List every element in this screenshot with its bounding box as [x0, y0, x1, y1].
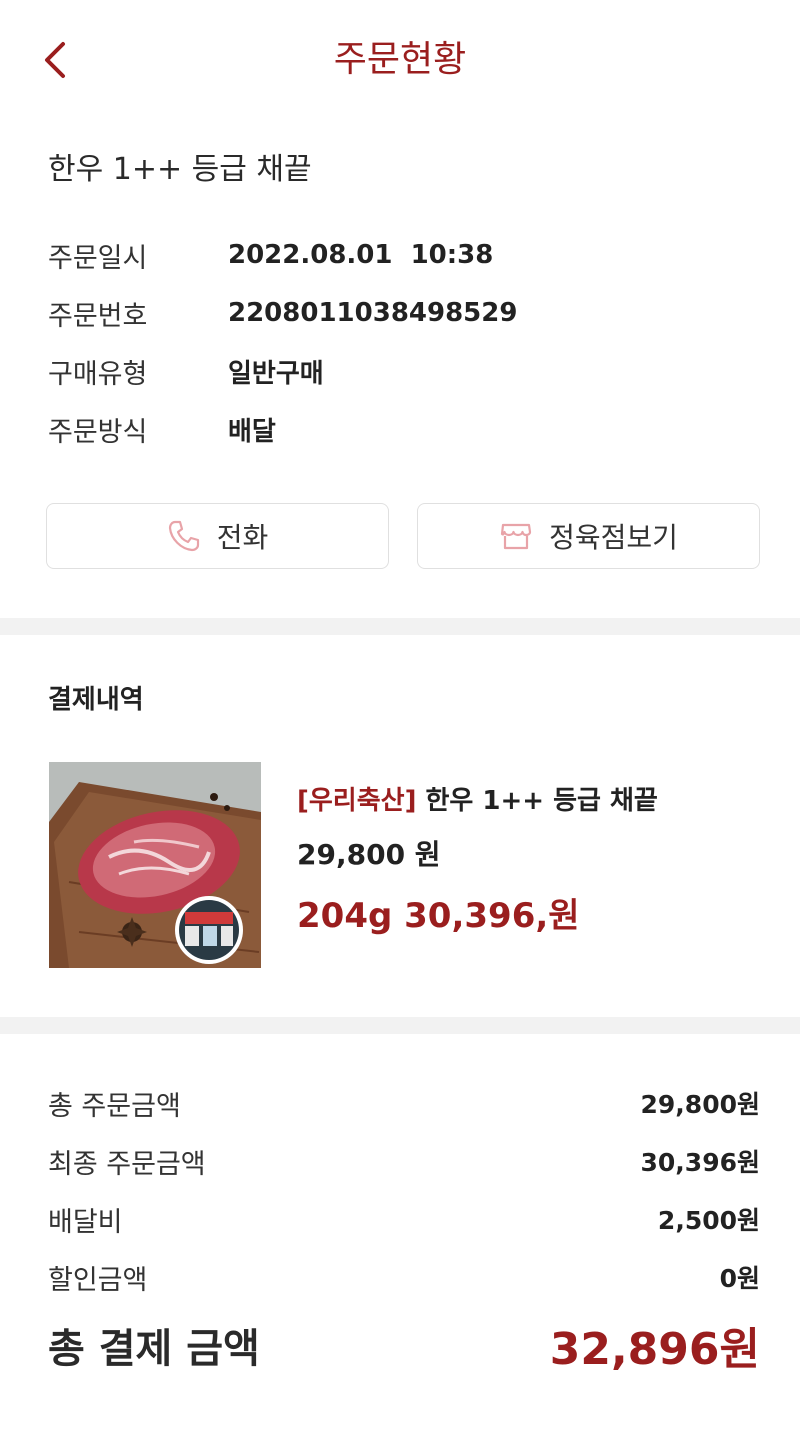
- order-number-row: 주문번호 2208011038498529: [48, 284, 748, 342]
- view-butcher-shop-label: 정육점보기: [549, 521, 678, 554]
- payment-summary: 총 주문금액 29,800원 최종 주문금액 30,396원 배달비 2,500…: [48, 1074, 760, 1306]
- purchase-type-label: 구매유형: [48, 358, 148, 390]
- product-total-price: 204g 30,396,원: [297, 896, 580, 936]
- discount-amount-value: 0원: [719, 1264, 760, 1293]
- total-payment-label: 총 결제 금액: [48, 1326, 260, 1372]
- total-order-amount-value: 29,800원: [640, 1090, 760, 1119]
- final-order-amount-value: 30,396원: [640, 1148, 760, 1177]
- order-method-label: 주문방식: [48, 416, 148, 448]
- view-butcher-shop-button[interactable]: 정육점보기: [417, 503, 760, 569]
- order-date-row: 주문일시 2022.08.01 10:38: [48, 226, 748, 284]
- delivery-fee-value: 2,500원: [657, 1206, 760, 1235]
- page-title: 주문현황: [333, 39, 467, 80]
- order-info-table: 주문일시 2022.08.01 10:38 주문번호 2208011038498…: [48, 226, 748, 458]
- summary-row: 할인금액 0원: [48, 1248, 760, 1306]
- payment-section-title: 결제내역: [48, 685, 144, 715]
- summary-row: 최종 주문금액 30,396원: [48, 1132, 760, 1190]
- section-divider: [0, 1017, 800, 1034]
- total-payment-value: 32,896원: [549, 1324, 760, 1375]
- call-button-label: 전화: [216, 521, 269, 554]
- product-info: [우리축산] 한우 1++ 등급 채끝 29,800 원 204g 30,396…: [297, 783, 658, 937]
- total-payment-row: 총 결제 금액 32,896원: [48, 1310, 760, 1380]
- call-button[interactable]: 전화: [46, 503, 389, 569]
- summary-row: 배달비 2,500원: [48, 1190, 760, 1248]
- delivery-fee-label: 배달비: [48, 1206, 123, 1238]
- order-number-value: 2208011038498529: [228, 298, 518, 328]
- action-buttons: 전화 정육점보기: [46, 503, 760, 569]
- final-order-amount-label: 최종 주문금액: [48, 1148, 206, 1180]
- product-name: 한우 1++ 등급 채끝: [425, 786, 658, 816]
- header: 주문현황: [0, 0, 800, 120]
- order-date-value: 2022.08.01 10:38: [228, 240, 494, 270]
- product-title: [우리축산] 한우 1++ 등급 채끝: [297, 783, 658, 819]
- summary-row: 총 주문금액 29,800원: [48, 1074, 760, 1132]
- purchase-type-row: 구매유형 일반구매: [48, 342, 748, 400]
- phone-icon: [168, 520, 199, 552]
- product-unit-price: 29,800 원: [297, 838, 441, 871]
- product-brand: [우리축산]: [297, 786, 417, 816]
- section-divider: [0, 618, 800, 635]
- order-method-value: 배달: [228, 416, 276, 447]
- total-order-amount-label: 총 주문금액: [48, 1090, 181, 1122]
- purchase-type-value: 일반구매: [228, 358, 324, 389]
- order-method-row: 주문방식 배달: [48, 400, 748, 458]
- product-image: [49, 762, 261, 968]
- order-product-name: 한우 1++ 등급 채끝: [48, 152, 312, 187]
- order-number-label: 주문번호: [48, 300, 148, 332]
- store-icon: [500, 523, 532, 550]
- order-date-label: 주문일시: [48, 242, 148, 274]
- discount-amount-label: 할인금액: [48, 1264, 148, 1296]
